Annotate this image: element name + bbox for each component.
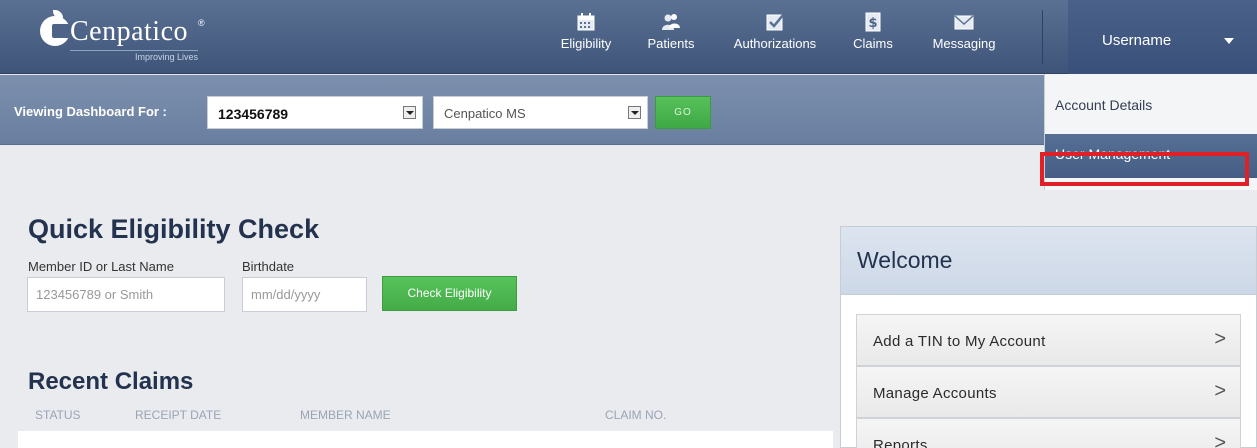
link-add-tin-label: Add a TIN to My Account bbox=[873, 333, 1046, 350]
welcome-header: Welcome bbox=[841, 227, 1256, 295]
nav-eligibility-label: Eligibility bbox=[560, 36, 612, 51]
welcome-panel: Welcome Add a TIN to My Account > Manage… bbox=[840, 226, 1257, 448]
link-reports[interactable]: Reports > bbox=[856, 418, 1241, 448]
nav-messaging[interactable]: Messaging bbox=[924, 12, 1004, 70]
logo-tagline: Improving Lives bbox=[70, 50, 198, 62]
column-status[interactable]: STATUS bbox=[35, 408, 81, 422]
envelope-icon bbox=[954, 15, 974, 30]
people-icon bbox=[662, 14, 680, 30]
menu-item-account-details[interactable]: Account Details bbox=[1045, 84, 1257, 126]
nav-claims-label: Claims bbox=[853, 36, 893, 51]
nav-claims[interactable]: $ Claims bbox=[847, 12, 899, 70]
column-member-name[interactable]: MEMBER NAME bbox=[300, 408, 391, 422]
birthdate-label: Birthdate bbox=[242, 259, 295, 274]
column-claim-no[interactable]: CLAIM NO. bbox=[605, 408, 666, 422]
nav-eligibility[interactable]: Eligibility bbox=[556, 12, 616, 70]
username-label: Username bbox=[1102, 32, 1172, 49]
birthdate-input[interactable]: mm/dd/yyyy bbox=[242, 277, 367, 312]
quick-eligibility-title: Quick Eligibility Check bbox=[28, 214, 320, 244]
recent-claims-table bbox=[18, 431, 833, 448]
member-id-input[interactable]: 123456789 or Smith bbox=[27, 277, 225, 312]
column-receipt-date[interactable]: RECEIPT DATE bbox=[135, 408, 221, 422]
highlight-box bbox=[1040, 152, 1249, 186]
caret-down-icon bbox=[1224, 38, 1234, 44]
account-select-value: 123456789 bbox=[218, 106, 289, 122]
user-menu-toggle[interactable]: Username bbox=[1068, 0, 1257, 74]
link-manage-accounts-label: Manage Accounts bbox=[873, 385, 997, 402]
nav-patients-label: Patients bbox=[647, 36, 695, 51]
main-content: Quick Eligibility Check Member ID or Las… bbox=[0, 146, 1257, 448]
go-button[interactable]: GO bbox=[655, 96, 711, 129]
account-select[interactable]: 123456789 bbox=[207, 96, 423, 129]
nav-authorizations-label: Authorizations bbox=[733, 36, 817, 51]
welcome-title: Welcome bbox=[857, 247, 953, 273]
chevron-right-icon: > bbox=[1214, 328, 1226, 350]
dollar-document-icon: $ bbox=[865, 12, 881, 32]
calendar-icon bbox=[577, 13, 595, 31]
chevron-right-icon: > bbox=[1214, 380, 1226, 402]
nav-divider bbox=[1042, 10, 1043, 64]
logo-wordmark: Cenpatico bbox=[70, 16, 189, 47]
plan-select[interactable]: Cenpatico MS bbox=[433, 96, 648, 129]
chevron-right-icon: > bbox=[1214, 432, 1226, 448]
viewing-dashboard-label: Viewing Dashboard For : bbox=[14, 104, 167, 119]
select-arrow-icon[interactable] bbox=[403, 106, 416, 119]
top-navigation-bar: Cenpatico ® Improving Lives Eligibility … bbox=[0, 0, 1257, 74]
check-eligibility-button[interactable]: Check Eligibility bbox=[382, 276, 517, 311]
member-id-label: Member ID or Last Name bbox=[28, 259, 174, 274]
registered-mark: ® bbox=[198, 18, 205, 28]
svg-text:$: $ bbox=[868, 16, 877, 31]
nav-messaging-label: Messaging bbox=[932, 36, 996, 51]
plan-select-value: Cenpatico MS bbox=[444, 106, 526, 121]
nav-patients[interactable]: Patients bbox=[641, 12, 701, 70]
link-add-tin[interactable]: Add a TIN to My Account > bbox=[856, 314, 1241, 366]
cenpatico-logo[interactable]: Cenpatico ® Improving Lives bbox=[40, 10, 210, 64]
link-reports-label: Reports bbox=[873, 437, 928, 448]
checkbox-icon bbox=[766, 14, 784, 31]
select-arrow-icon[interactable] bbox=[628, 106, 641, 119]
recent-claims-title: Recent Claims bbox=[28, 368, 194, 395]
link-manage-accounts[interactable]: Manage Accounts > bbox=[856, 366, 1241, 418]
nav-authorizations[interactable]: Authorizations bbox=[726, 12, 824, 70]
logo-mark-icon bbox=[40, 10, 70, 46]
